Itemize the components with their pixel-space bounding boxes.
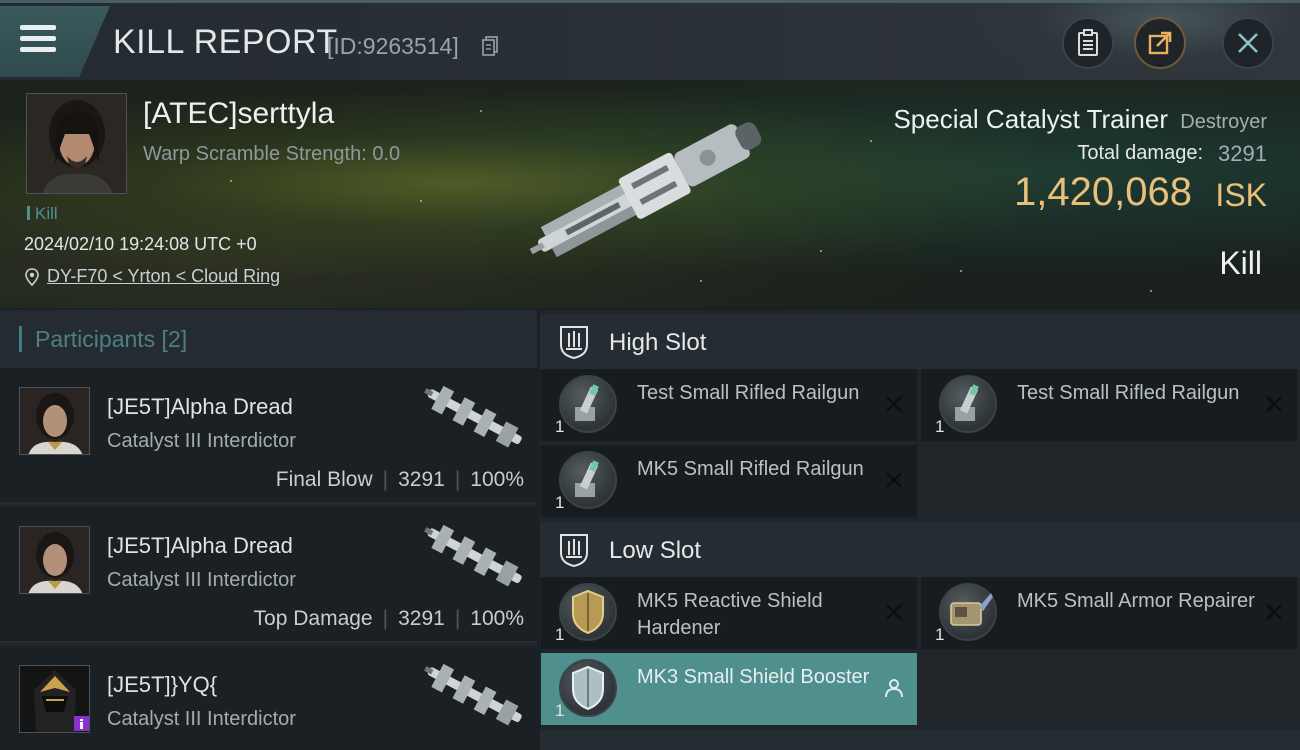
warp-scramble-strength: Warp Scramble Strength: 0.0 xyxy=(143,143,401,165)
participant-damage: 3291 xyxy=(398,607,445,630)
module-quantity: 1 xyxy=(555,417,565,436)
close-button[interactable] xyxy=(1222,17,1274,69)
location-link[interactable]: DY-F70 < Yrton < Cloud Ring xyxy=(47,266,280,287)
report-id: [ID:9263514] xyxy=(327,33,459,59)
destroyed-x-icon xyxy=(886,472,902,488)
participant-avatar[interactable] xyxy=(19,526,90,594)
participant-row[interactable]: [JE5T]Alpha Dread Catalyst III Interdict… xyxy=(0,507,537,643)
kill-result: Kill xyxy=(1219,245,1262,281)
participant-name: [JE5T]}YQ{ xyxy=(107,672,218,697)
railgun-icon xyxy=(939,375,997,433)
total-damage-value: 3291 xyxy=(1218,141,1267,166)
module-item[interactable]: 1 MK5 Small Armor Repairer xyxy=(921,577,1297,649)
fittings-panel: High Slot 1 Test Small Rifled Railgun 1 … xyxy=(540,310,1300,750)
header-bar: KILL REPORT [ID:9263514] xyxy=(0,0,1300,83)
module-item[interactable]: 1 Test Small Rifled Railgun xyxy=(541,369,917,441)
victim-ship-class: Destroyer xyxy=(1180,111,1267,133)
participant-stats: Final Blow | 3291 | 100% xyxy=(275,468,524,491)
participant-role: Final Blow xyxy=(275,468,373,491)
victim-avatar[interactable] xyxy=(26,93,127,194)
participant-ship-image xyxy=(424,663,522,726)
close-icon xyxy=(1238,33,1258,53)
participant-avatar[interactable] xyxy=(19,387,90,455)
shield-booster-icon xyxy=(559,659,617,717)
kill-datetime: 2024/02/10 19:24:08 UTC +0 xyxy=(24,234,257,254)
participant-role: Top Damage xyxy=(253,607,373,630)
destroyed-x-icon xyxy=(1266,604,1282,620)
participants-panel: Participants [2] [JE5T]Alpha Dread Catal… xyxy=(0,310,537,750)
menu-icon[interactable] xyxy=(20,25,56,53)
module-name: MK5 Small Armor Repairer xyxy=(1017,590,1255,612)
module-item[interactable]: 1 MK3 Small Shield Booster xyxy=(541,653,917,725)
participants-title: Participants [2] xyxy=(35,326,188,352)
share-button[interactable] xyxy=(1134,17,1186,69)
module-item[interactable]: 1 MK5 Small Rifled Railgun xyxy=(541,445,917,517)
victim-banner: [ATEC]serttyla Warp Scramble Strength: 0… xyxy=(0,80,1300,308)
railgun-icon xyxy=(559,375,617,433)
participant-percent: 100% xyxy=(470,468,524,491)
copy-icon[interactable] xyxy=(482,36,498,56)
participant-stats: Top Damage | 3291 | 100% xyxy=(253,607,524,630)
low-slot-icon xyxy=(560,534,588,567)
dropped-person-icon xyxy=(885,679,903,698)
high-slot-icon xyxy=(560,326,588,359)
participant-avatar[interactable] xyxy=(19,665,90,733)
participant-ship: Catalyst III Interdictor xyxy=(107,569,296,591)
clipboard-button[interactable] xyxy=(1062,17,1114,69)
module-quantity: 1 xyxy=(935,625,945,644)
module-name: MK5 Small Rifled Railgun xyxy=(637,458,864,480)
shield-hardener-icon xyxy=(559,583,617,641)
module-item[interactable]: 1 MK5 Reactive Shield Hardener xyxy=(541,577,917,649)
module-quantity: 1 xyxy=(935,417,945,436)
low-slot-header: Low Slot xyxy=(540,522,1300,578)
module-quantity: 1 xyxy=(555,701,565,720)
participant-ship-image xyxy=(424,385,522,448)
kill-tag: Kill xyxy=(27,204,58,224)
module-name: Test Small Rifled Railgun xyxy=(637,382,860,404)
location-row: DY-F70 < Yrton < Cloud Ring xyxy=(25,266,280,287)
module-name: MK3 Small Shield Booster xyxy=(637,666,870,688)
participant-ship: Catalyst III Interdictor xyxy=(107,708,296,730)
high-slot-title: High Slot xyxy=(609,329,707,356)
share-icon xyxy=(1148,31,1172,55)
destroyed-x-icon xyxy=(1266,396,1282,412)
participant-percent: 100% xyxy=(470,607,524,630)
module-name: MK5 Reactive Shield Hardener xyxy=(637,590,823,639)
participant-name: [JE5T]Alpha Dread xyxy=(107,394,293,419)
module-name: Test Small Rifled Railgun xyxy=(1017,382,1240,404)
participant-row[interactable]: [JE5T]}YQ{ Catalyst III Interdictor xyxy=(0,646,537,750)
victim-name: [ATEC]serttyla xyxy=(143,97,335,130)
railgun-icon xyxy=(559,451,617,509)
page-title: KILL REPORT xyxy=(113,23,338,61)
high-slot-header: High Slot xyxy=(540,314,1300,370)
low-slot-title: Low Slot xyxy=(609,537,702,564)
armor-repairer-icon xyxy=(939,583,997,641)
victim-ship-name: Special Catalyst Trainer xyxy=(893,104,1168,134)
next-slot-header xyxy=(540,730,1300,750)
total-damage-label: Total damage: xyxy=(1077,142,1203,164)
destroyed-x-icon xyxy=(886,604,902,620)
destroyed-x-icon xyxy=(886,396,902,412)
isk-value: 1,420,068 xyxy=(1014,170,1192,214)
module-item[interactable]: 1 Test Small Rifled Railgun xyxy=(921,369,1297,441)
participant-ship: Catalyst III Interdictor xyxy=(107,430,296,452)
participant-damage: 3291 xyxy=(398,468,445,491)
module-quantity: 1 xyxy=(555,625,565,644)
participants-header: Participants [2] xyxy=(0,310,537,368)
module-quantity: 1 xyxy=(555,493,565,512)
victim-ship-image xyxy=(529,122,762,258)
participant-ship-image xyxy=(424,524,522,587)
participant-row[interactable]: [JE5T]Alpha Dread Catalyst III Interdict… xyxy=(0,368,537,504)
clipboard-icon xyxy=(1078,29,1098,56)
location-pin-icon xyxy=(25,267,39,286)
isk-unit: ISK xyxy=(1215,177,1267,213)
participant-name: [JE5T]Alpha Dread xyxy=(107,533,293,558)
